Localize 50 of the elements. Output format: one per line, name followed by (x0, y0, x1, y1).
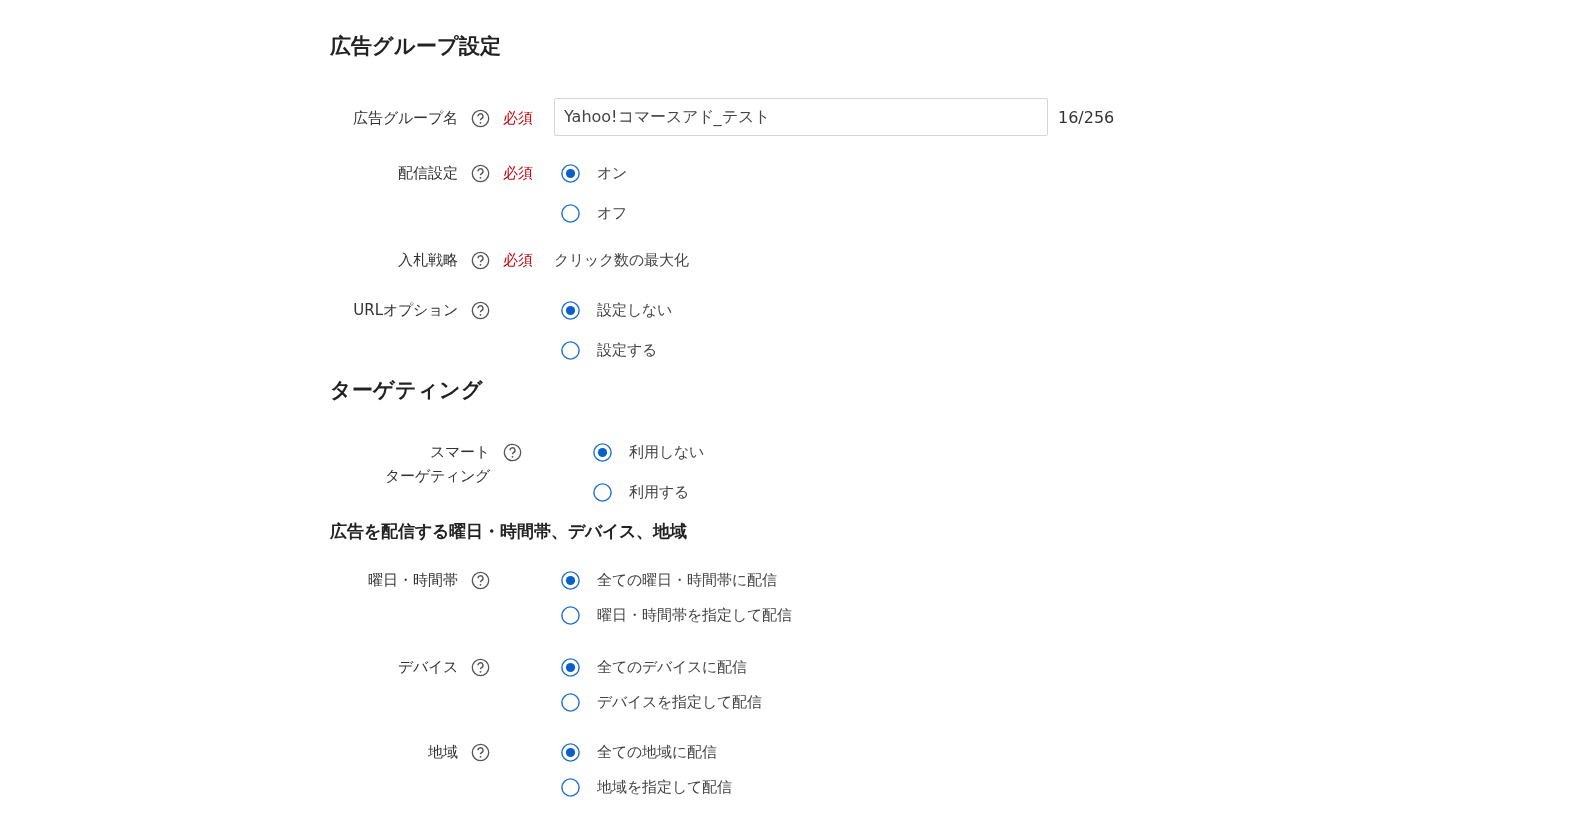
radio-option[interactable]: オン (561, 161, 627, 185)
section-heading: 広告グループ設定 (330, 33, 502, 60)
field-label: 曜日・時間帯 (368, 570, 458, 591)
radio-option[interactable]: 利用する (593, 480, 704, 504)
required-label: 必須 (503, 164, 533, 182)
field-label: 配信設定 (398, 163, 458, 184)
radio-button[interactable] (561, 605, 580, 625)
help-icon[interactable] (502, 443, 522, 462)
radio-button[interactable] (561, 163, 580, 183)
field-label: スマート (430, 442, 490, 463)
help-icon[interactable] (470, 743, 490, 762)
radio-button[interactable] (561, 777, 580, 797)
radio-button[interactable] (593, 482, 612, 502)
field-label: ターゲティング (385, 466, 490, 487)
section-heading: 広告を配信する曜日・時間帯、デバイス、地域 (330, 520, 688, 543)
radio-button[interactable] (561, 300, 580, 320)
help-icon[interactable] (470, 164, 490, 183)
character-counter: 16/256 (1058, 107, 1115, 127)
radio-option[interactable]: オフ (561, 201, 627, 225)
name-input-field[interactable]: Yahoo!コマースアド_テスト (554, 98, 1048, 136)
radio-option[interactable]: 全ての曜日・時間帯に配信 (561, 568, 792, 592)
radio-button[interactable] (561, 692, 580, 712)
help-icon[interactable] (470, 251, 490, 270)
help-icon[interactable] (470, 109, 490, 128)
radio-option[interactable]: 地域を指定して配信 (561, 775, 732, 799)
radio-option[interactable]: 曜日・時間帯を指定して配信 (561, 603, 792, 627)
field-label: デバイス (398, 657, 458, 678)
radio-button[interactable] (561, 742, 580, 762)
section-heading: ターゲティング (330, 377, 484, 404)
field-label: 入札戦略 (398, 250, 458, 271)
field-label: 地域 (428, 742, 458, 763)
required-label: 必須 (503, 251, 533, 269)
radio-option[interactable]: 全てのデバイスに配信 (561, 655, 762, 679)
help-icon[interactable] (470, 301, 490, 320)
radio-button[interactable] (561, 340, 580, 360)
radio-button[interactable] (561, 570, 580, 590)
help-icon[interactable] (470, 571, 490, 590)
field-label: URLオプション (353, 300, 458, 321)
radio-button[interactable] (561, 657, 580, 677)
radio-option[interactable]: 利用しない (593, 440, 704, 464)
help-icon[interactable] (470, 658, 490, 677)
radio-button[interactable] (593, 442, 612, 462)
field-value: クリック数の最大化 (554, 250, 689, 271)
required-label: 必須 (503, 109, 533, 127)
radio-option[interactable]: 設定する (561, 338, 672, 362)
field-label: 広告グループ名 (353, 108, 458, 129)
radio-option[interactable]: 設定しない (561, 298, 672, 322)
radio-option[interactable]: 全ての地域に配信 (561, 740, 732, 764)
radio-option[interactable]: デバイスを指定して配信 (561, 690, 762, 714)
radio-button[interactable] (561, 203, 580, 223)
